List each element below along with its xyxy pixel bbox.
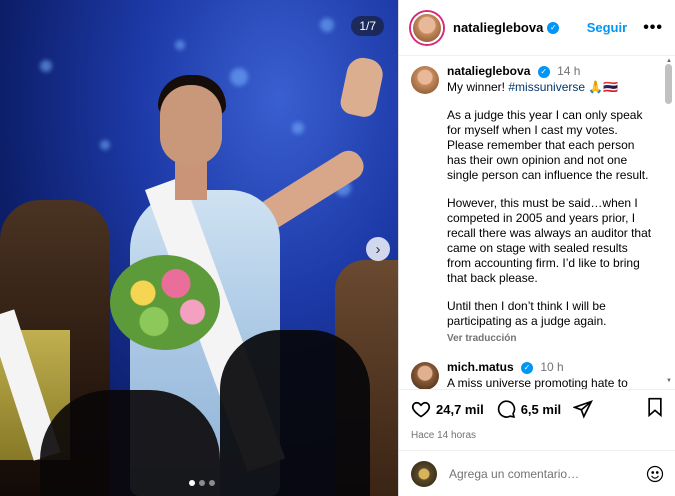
emoji-icon[interactable] — [646, 465, 664, 483]
bookmark-icon — [648, 397, 662, 417]
audience-silhouette-right — [220, 330, 370, 496]
post-header: natalieglebova ✓ Seguir ••• — [399, 0, 675, 56]
action-bar: 24,7 mil 6,5 mil Hace 14 horas — [399, 389, 675, 441]
next-image-button[interactable]: › — [366, 237, 390, 261]
caption-emoji: 🙏🇹🇭 — [585, 80, 619, 94]
verified-icon: ✓ — [547, 21, 560, 34]
post-details-panel: natalieglebova ✓ Seguir ••• natalieglebo… — [398, 0, 675, 496]
caption-time: 14 h — [557, 64, 581, 78]
comments-section[interactable]: natalieglebova ✓ 14 h My winner! #missun… — [399, 56, 675, 389]
translate-link[interactable]: Ver traducción — [447, 331, 652, 346]
caption-avatar[interactable] — [411, 66, 439, 94]
verified-icon: ✓ — [537, 65, 550, 78]
caption-paragraph: Until then I don’t think I will be parti… — [447, 299, 607, 328]
carousel-dots — [189, 480, 215, 486]
comment-avatar[interactable] — [411, 362, 439, 389]
share-button[interactable] — [573, 399, 598, 419]
verified-icon: ✓ — [521, 361, 534, 374]
send-icon — [573, 400, 594, 419]
waving-hand — [338, 54, 386, 120]
current-user-avatar — [411, 460, 437, 487]
author-username[interactable]: natalieglebova — [453, 20, 543, 35]
face — [160, 85, 222, 165]
caption-paragraph: However, this must be said…when I compet… — [447, 196, 652, 285]
heart-icon — [411, 401, 431, 418]
carousel-counter: 1/7 — [351, 16, 384, 36]
comment-icon — [497, 400, 515, 418]
comment-count: 6,5 mil — [520, 401, 562, 417]
post-image[interactable]: 1/7 › — [0, 0, 398, 496]
caption-username[interactable]: natalieglebova — [447, 64, 530, 78]
scrollbar-thumb[interactable] — [665, 64, 672, 104]
caption-line1: My winner! — [447, 80, 509, 94]
more-options-icon[interactable]: ••• — [643, 19, 663, 37]
caption: natalieglebova ✓ 14 h My winner! #missun… — [411, 64, 664, 346]
save-button[interactable] — [646, 397, 664, 422]
like-count: 24,7 mil — [436, 401, 484, 417]
comment-input[interactable]: Agrega un comentario… — [449, 467, 646, 481]
scroll-down-icon[interactable]: ▼ — [666, 378, 672, 384]
like-button[interactable]: 24,7 mil — [411, 399, 484, 419]
comment-username[interactable]: mich.matus — [447, 360, 514, 374]
post-timestamp: Hace 14 horas — [411, 430, 477, 441]
comment-item: mich.matus ✓ 10 h A miss universe promot… — [411, 360, 664, 389]
flower-bouquet — [110, 255, 220, 350]
chevron-right-icon: › — [375, 240, 381, 258]
author-avatar[interactable] — [411, 11, 443, 44]
caption-paragraph: As a judge this year I can only speak fo… — [447, 108, 649, 182]
comment-time: 10 h — [540, 360, 564, 374]
add-comment-bar: Agrega un comentario… — [399, 450, 675, 496]
carousel-dot-active — [189, 480, 195, 486]
comment-text: A miss universe promoting hate to — [447, 376, 628, 389]
carousel-dot — [209, 480, 215, 486]
hashtag-link[interactable]: #missuniverse — [508, 80, 585, 94]
comment-button[interactable]: 6,5 mil — [496, 399, 561, 419]
follow-button[interactable]: Seguir — [587, 20, 627, 35]
carousel-dot — [199, 480, 205, 486]
